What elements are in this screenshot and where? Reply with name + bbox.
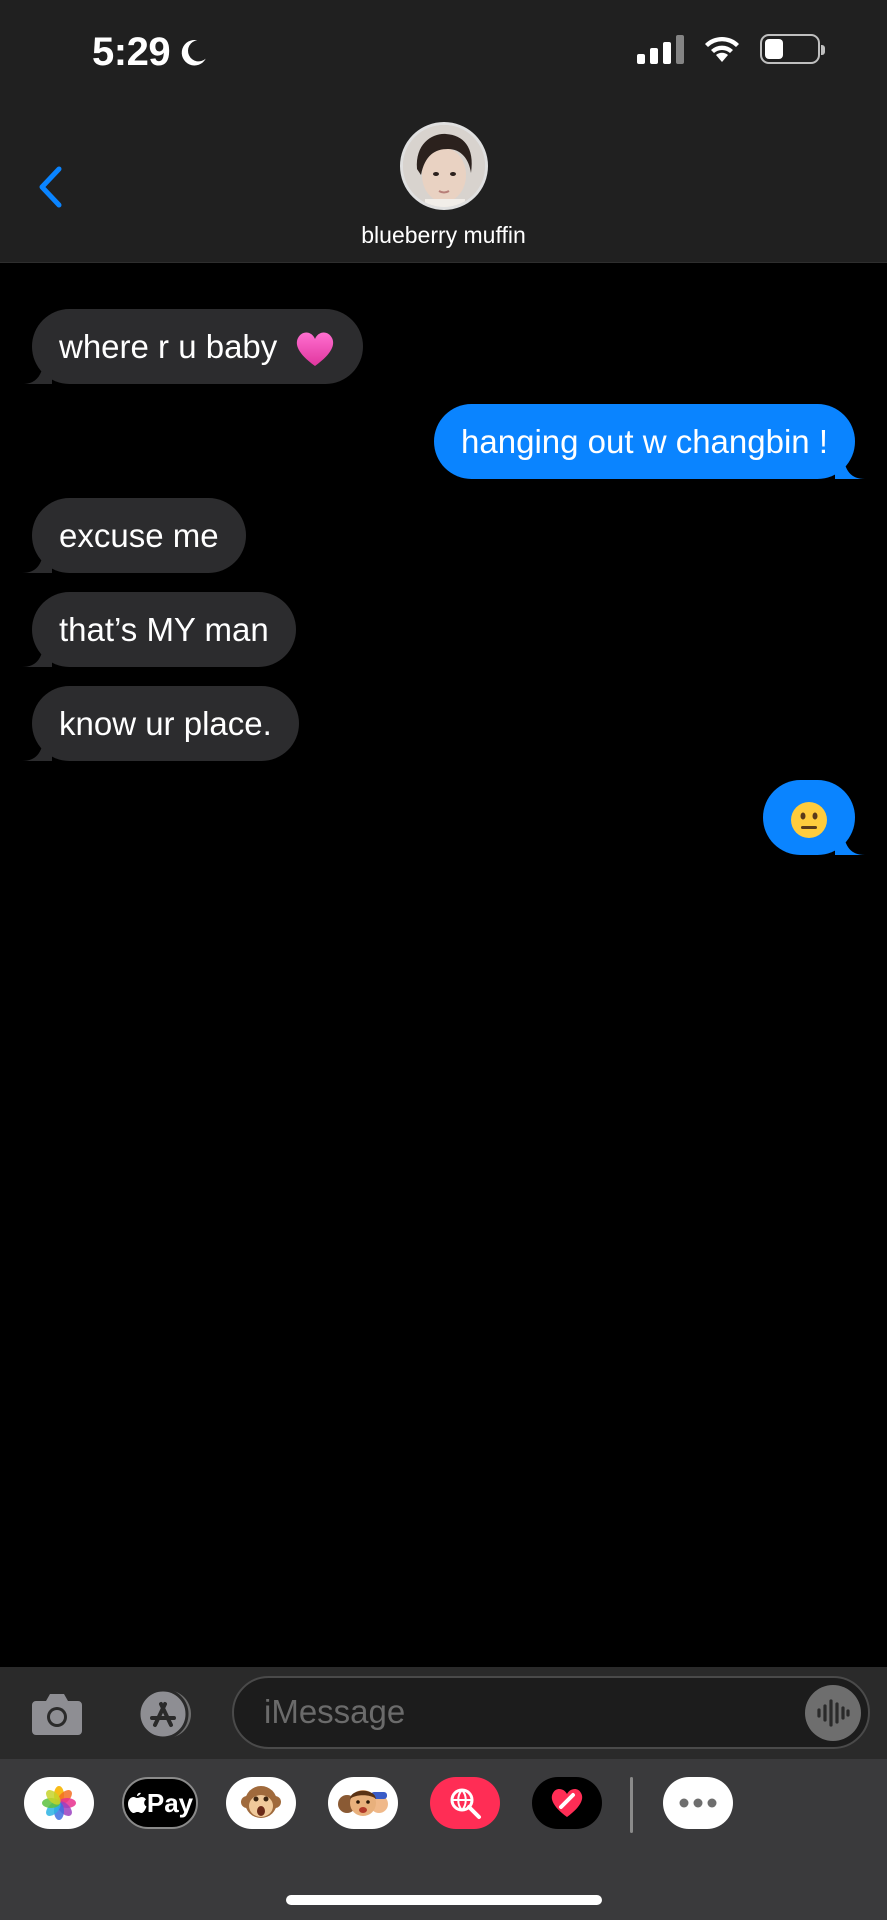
wifi-icon [705,36,739,62]
contact-avatar[interactable] [400,122,488,210]
message-bubble-incoming[interactable]: where r u baby [22,309,364,384]
message-input-field[interactable] [232,1676,870,1749]
monkey-animoji-icon [241,1786,281,1818]
status-indicators [637,34,825,64]
contact-name[interactable]: blueberry muffin [0,222,887,249]
globe-search-icon [450,1788,481,1819]
image-search-app-button[interactable] [430,1777,500,1829]
app-store-icon [137,1688,191,1740]
app-drawer-divider [630,1777,633,1833]
memoji-stickers-icon [338,1790,388,1816]
neutral-face-emoji-icon [791,802,827,839]
conversation-header: 5:29 blueberry muffin [0,0,887,263]
compose-bar [0,1667,887,1759]
message-bubble-incoming[interactable]: excuse me [22,498,246,573]
digital-touch-heart-icon [551,1788,583,1817]
chevron-left-icon [39,166,62,208]
digital-touch-app-button[interactable] [532,1777,602,1829]
message-text: hanging out w changbin ! [461,423,828,460]
message-bubble-outgoing[interactable]: hanging out w changbin ! [434,404,865,479]
back-button[interactable] [30,162,70,212]
message-bubble-incoming[interactable]: that’s MY man [22,592,296,667]
message-text: that’s MY man [59,611,269,648]
moon-icon [181,39,206,65]
apple-pay-app-button[interactable]: Pay [122,1777,198,1829]
message-text: where r u baby [59,328,278,365]
app-store-button[interactable] [131,1687,195,1741]
memoji-app-button[interactable] [328,1777,398,1829]
home-indicator[interactable] [286,1895,602,1905]
apple-logo-icon [127,1792,147,1813]
camera-icon [32,1694,82,1735]
ellipsis-icon [679,1798,717,1808]
apple-pay-label: Pay [146,1787,194,1818]
messages-screen: 5:29 blueberry muffin where r u baby han… [0,0,887,1920]
status-time: 5:29 [92,30,210,75]
voice-message-button[interactable] [805,1685,861,1741]
photos-icon [42,1786,76,1820]
message-bubble-incoming[interactable]: know ur place. [22,686,299,761]
cellular-signal-icon [637,34,684,64]
animoji-app-button[interactable] [226,1777,296,1829]
audio-waveform-icon [817,1699,850,1727]
message-bubble-outgoing[interactable] [763,780,865,855]
message-input[interactable] [264,1678,784,1746]
battery-icon [760,34,825,64]
photos-app-button[interactable] [24,1777,94,1829]
message-text: know ur place. [59,705,272,742]
more-apps-button[interactable] [663,1777,733,1829]
message-text: excuse me [59,517,219,554]
status-time-text: 5:29 [92,30,171,74]
camera-button[interactable] [30,1689,84,1737]
pink-heart-emoji-icon [297,332,334,367]
